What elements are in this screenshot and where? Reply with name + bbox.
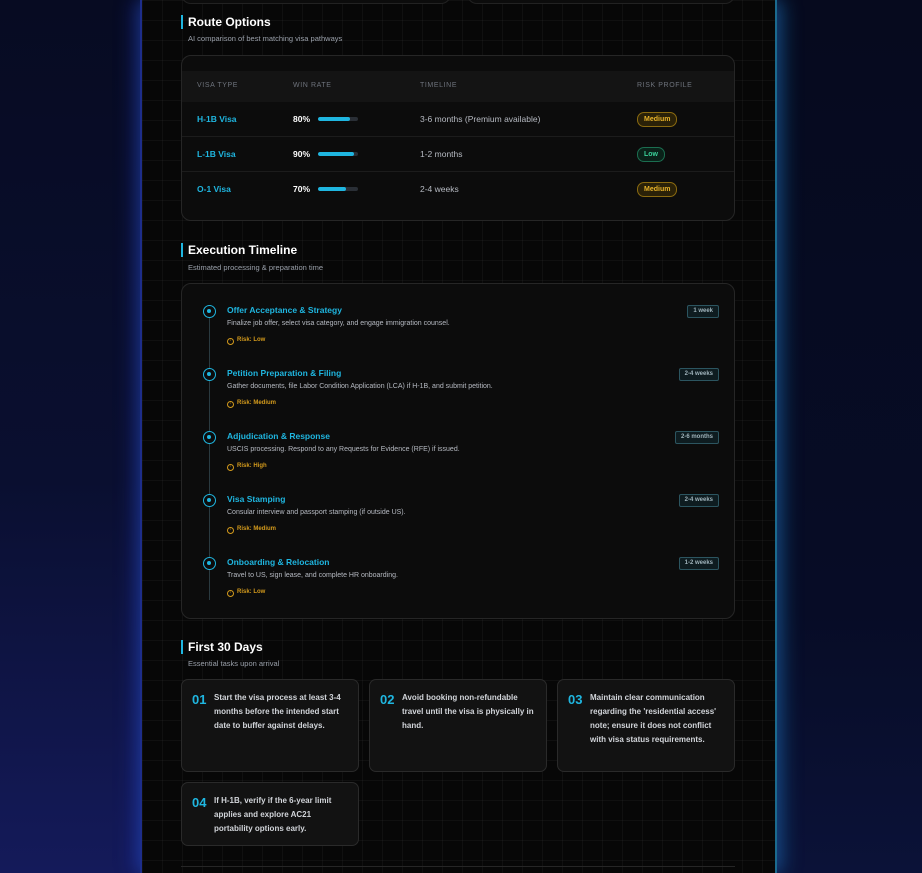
step-title: Adjudication & Response: [227, 431, 330, 441]
tip-number: 01: [192, 692, 207, 707]
win-rate-bar-fill: [318, 152, 354, 156]
section-divider: [181, 866, 735, 867]
tip-number: 02: [380, 692, 395, 707]
step-risk: · Risk: Low: [227, 589, 265, 597]
route-options-subtitle: AI comparison of best matching visa path…: [188, 34, 343, 43]
tip-text: Start the visa process at least 3-4 mont…: [214, 693, 341, 730]
step-description: Gather documents, file Labor Condition A…: [227, 383, 493, 390]
tip-text: If H-1B, verify if the 6-year limit appl…: [214, 796, 332, 833]
win-rate: 90%: [293, 149, 311, 159]
clock-icon: ·: [227, 338, 234, 345]
clock-icon: ·: [227, 464, 234, 471]
step-title: Onboarding & Relocation: [227, 557, 330, 567]
table-header: VISA TYPE WIN RATE TIMELINE RISK PROFILE: [182, 71, 734, 102]
step-risk: · Risk: Medium: [227, 400, 276, 408]
column-risk-profile: RISK PROFILE: [637, 82, 693, 89]
duration-badge: 2-6 months: [674, 431, 719, 444]
step-title: Petition Preparation & Filing: [227, 368, 342, 378]
timeline-value: 1-2 months: [420, 149, 463, 159]
win-rate-bar-fill: [318, 187, 346, 191]
timeline-step: Offer Acceptance & Strategy Finalize job…: [182, 305, 734, 365]
step-risk-label: Risk: Medium: [237, 400, 277, 406]
tip-card: 03 Maintain clear communication regardin…: [557, 679, 735, 772]
table-row[interactable]: H-1B Visa 80% 3-6 months (Premium availa…: [182, 102, 734, 137]
win-rate-bar-fill: [318, 117, 350, 121]
step-risk-label: Risk: Low: [237, 337, 266, 343]
timeline-step: Onboarding & Relocation Travel to US, si…: [182, 557, 734, 617]
route-options-title: Route Options: [181, 15, 271, 29]
step-description: Consular interview and passport stamping…: [227, 509, 406, 516]
execution-timeline-subtitle: Estimated processing & preparation time: [188, 263, 324, 272]
step-title: Offer Acceptance & Strategy: [227, 305, 342, 315]
route-options-table: VISA TYPE WIN RATE TIMELINE RISK PROFILE…: [181, 55, 735, 221]
previous-card-right: [467, 0, 735, 4]
previous-card-left: [181, 0, 451, 4]
step-risk-label: Risk: Low: [237, 589, 266, 595]
step-risk: · Risk: Medium: [227, 526, 276, 534]
timeline-step: Adjudication & Response USCIS processing…: [182, 431, 734, 491]
risk-badge: Low: [637, 147, 665, 162]
tip-card: 02 Avoid booking non-refundable travel u…: [369, 679, 547, 772]
duration-badge: 1-2 weeks: [678, 557, 719, 570]
win-rate: 70%: [293, 184, 311, 194]
risk-badge: Medium: [637, 182, 678, 197]
timeline-step: Petition Preparation & Filing Gather doc…: [182, 368, 734, 428]
tip-text: Avoid booking non-refundable travel unti…: [402, 693, 534, 730]
step-description: Travel to US, sign lease, and complete H…: [227, 572, 398, 579]
visa-type[interactable]: H-1B Visa: [197, 114, 237, 124]
visa-type[interactable]: L-1B Visa: [197, 149, 236, 159]
table-row[interactable]: O-1 Visa 70% 2-4 weeks Medium: [182, 172, 734, 207]
execution-timeline-title: Execution Timeline: [181, 243, 297, 257]
step-risk: · Risk: Low: [227, 337, 265, 345]
step-title: Visa Stamping: [227, 494, 286, 504]
column-timeline: TIMELINE: [420, 82, 458, 89]
timeline-value: 3-6 months (Premium available): [420, 114, 541, 124]
column-win-rate: WIN RATE: [293, 82, 332, 89]
visa-type[interactable]: O-1 Visa: [197, 184, 231, 194]
duration-badge: 2-4 weeks: [678, 368, 719, 381]
table-row[interactable]: L-1B Visa 90% 1-2 months Low: [182, 137, 734, 172]
tip-number: 04: [192, 795, 207, 810]
timeline-step: Visa Stamping Consular interview and pas…: [182, 494, 734, 554]
win-rate: 80%: [293, 114, 311, 124]
tip-number: 03: [568, 692, 583, 707]
first-30-days-title: First 30 Days: [181, 640, 263, 654]
clock-icon: ·: [227, 401, 234, 408]
duration-badge: 1 week: [687, 305, 719, 318]
clock-icon: ·: [227, 590, 234, 597]
column-visa-type: VISA TYPE: [197, 82, 239, 89]
step-node-icon: [203, 431, 216, 444]
timeline-value: 2-4 weeks: [420, 184, 459, 194]
tip-card: 04 If H-1B, verify if the 6-year limit a…: [181, 782, 359, 846]
step-node-icon: [203, 494, 216, 507]
win-rate-bar: [318, 187, 358, 191]
step-risk-label: Risk: High: [237, 463, 267, 469]
win-rate-bar: [318, 152, 358, 156]
tip-text: Maintain clear communication regarding t…: [590, 693, 717, 744]
step-risk: · Risk: High: [227, 463, 267, 471]
duration-badge: 2-4 weeks: [678, 494, 719, 507]
step-risk-label: Risk: Medium: [237, 526, 277, 532]
step-node-icon: [203, 557, 216, 570]
background-left: [0, 0, 150, 873]
step-description: USCIS processing. Respond to any Request…: [227, 446, 460, 453]
win-rate-bar: [318, 117, 358, 121]
step-description: Finalize job offer, select visa category…: [227, 320, 450, 327]
background-right: [772, 0, 922, 873]
timeline-card: Offer Acceptance & Strategy Finalize job…: [181, 283, 735, 619]
clock-icon: ·: [227, 527, 234, 534]
step-node-icon: [203, 368, 216, 381]
risk-badge: Medium: [637, 112, 678, 127]
step-node-icon: [203, 305, 216, 318]
first-30-days-subtitle: Essential tasks upon arrival: [188, 659, 280, 668]
tip-card: 01 Start the visa process at least 3-4 m…: [181, 679, 359, 772]
